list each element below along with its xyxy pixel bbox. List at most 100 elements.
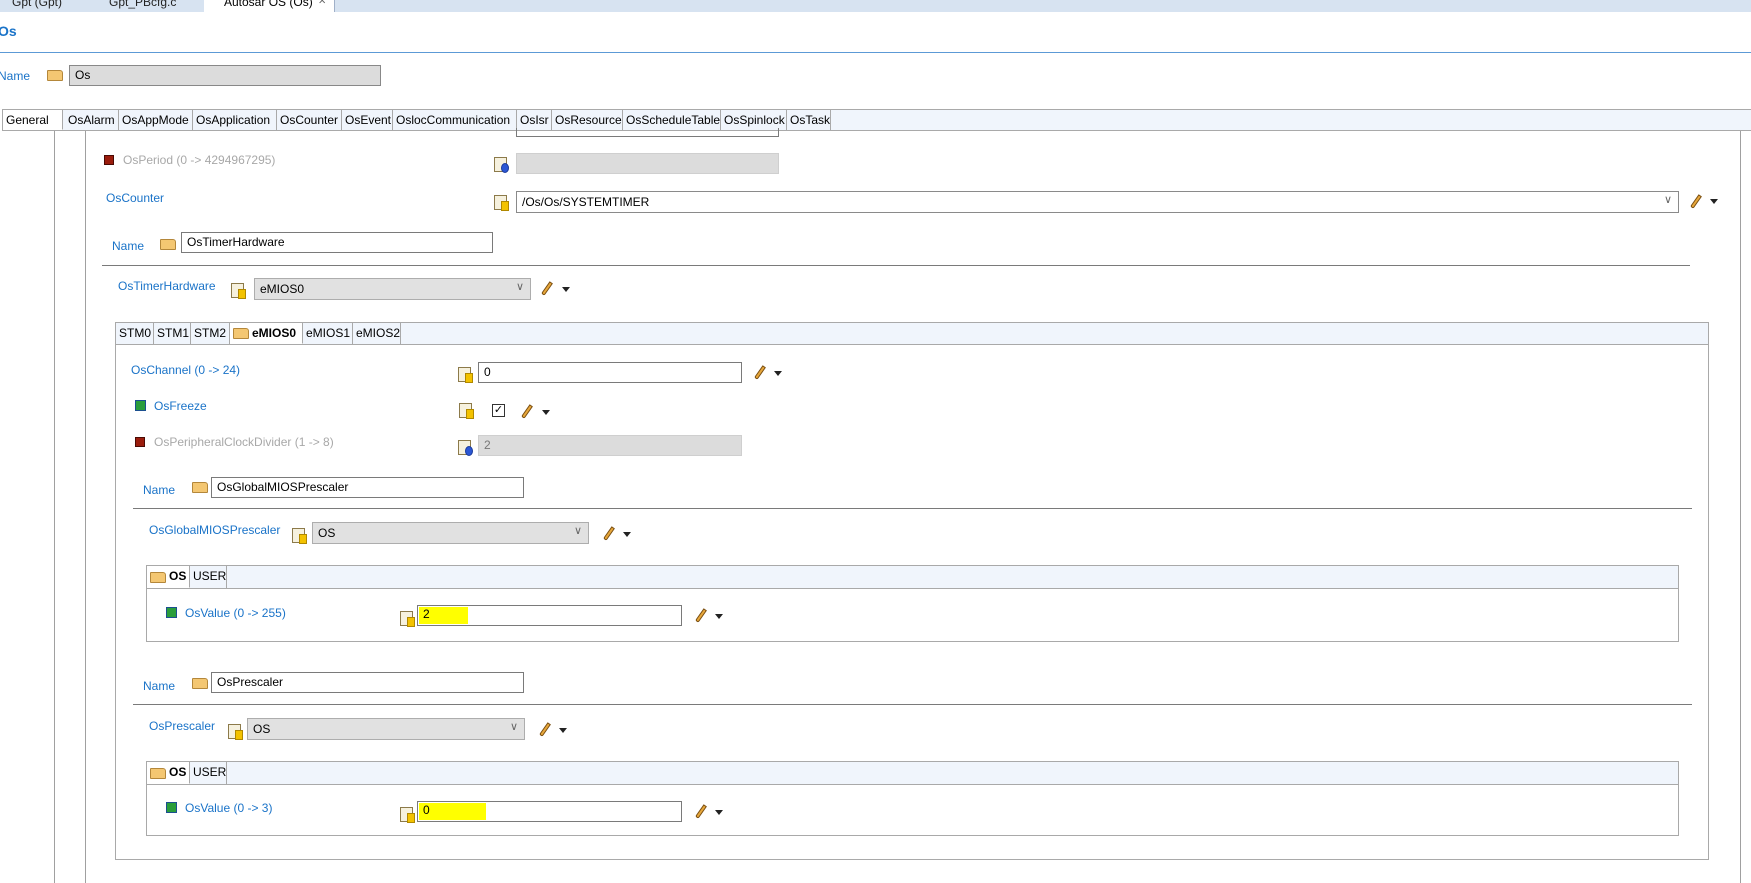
tab-oscommunication[interactable]: OslocCommunication [393,110,517,130]
tab-emios1[interactable]: eMIOS1 [303,323,353,344]
tab-osresource[interactable]: OsResource [552,110,623,130]
integer-param-icon [458,367,473,383]
prescaler-label[interactable]: OsPrescaler [149,719,215,733]
divider [133,508,1692,509]
pencil-icon[interactable] [541,281,553,296]
title-divider [0,52,1751,53]
tab-user[interactable]: USER [190,762,227,784]
integer-param-icon [400,611,415,627]
enabled-param-icon [166,802,177,813]
tab-stm0[interactable]: STM0 [116,323,154,344]
clock-divider-label: OsPeripheralClockDivider (1 -> 8) [154,435,334,449]
osfreeze-checkbox[interactable]: ✓ [492,404,505,417]
tab-osspinlock[interactable]: OsSpinlock [721,110,787,130]
global-prescaler-tabs: OS USER [146,565,1679,589]
tab-os[interactable]: OS [147,762,190,784]
tab-stm2[interactable]: STM2 [191,323,230,344]
tab-osevent[interactable]: OsEvent [342,110,393,130]
tab-emios2[interactable]: eMIOS2 [353,323,401,344]
scroll-edge [1740,131,1741,883]
close-icon[interactable]: ✕ [318,0,326,7]
tab-stm1[interactable]: STM1 [154,323,191,344]
global-prescaler-select[interactable]: OS ∨ [312,522,589,544]
prescaler-value: OS [253,722,271,736]
prescaler-select[interactable]: OS ∨ [247,718,525,740]
dropdown-arrow-icon[interactable] [774,371,782,376]
global-prescaler-label[interactable]: OsGlobalMIOSPrescaler [149,523,280,537]
tab-osscheduletable[interactable]: OsScheduleTable [623,110,721,130]
disabled-param-icon [104,155,114,165]
divider [133,704,1692,705]
dropdown-arrow-icon[interactable] [542,410,550,415]
main-tab-strip: General OsAlarm OsAppMode OsApplication … [2,109,1751,131]
folder-icon [47,70,63,81]
global-prescaler-name-input[interactable]: OsGlobalMIOSPrescaler [211,477,524,498]
editor-tab-gpt-pbcfg[interactable]: Gpt_PBcfg.c [95,0,205,12]
oschannel-label: OsChannel (0 -> 24) [131,363,241,377]
tab-osisr[interactable]: OsIsr [517,110,552,130]
dropdown-arrow-icon[interactable] [1710,199,1718,204]
prescaler-value-input[interactable]: 0 [417,801,682,822]
tab-os-label: OS [169,569,187,583]
enabled-param-icon [135,400,146,411]
global-prescaler-value: OS [318,526,336,540]
dropdown-arrow-icon[interactable] [562,287,570,292]
timer-hw-select[interactable]: eMIOS0 ∨ [254,278,531,300]
pencil-icon[interactable] [1690,194,1702,209]
name-label: Name [0,69,31,83]
oschannel-input[interactable]: 0 [478,362,742,383]
clock-divider-input: 2 [478,435,742,456]
folder-icon [150,572,166,583]
oscounter-select[interactable]: /Os/Os/SYSTEMTIMER ∨ [516,191,1679,213]
tab-os[interactable]: OS [147,566,190,588]
prescaler-name-input[interactable]: OsPrescaler [211,672,524,693]
folder-icon [192,678,208,689]
editor-tab-bar: Gpt (Gpt) Gpt_PBcfg.c Autosar OS (Os) ✕ [0,0,1751,12]
dropdown-arrow-icon[interactable] [559,728,567,733]
integer-param-icon [494,157,509,173]
tree-guide [85,131,86,883]
divider [102,265,1690,266]
tab-oscounter[interactable]: OsCounter [277,110,342,130]
highlight: 2 [419,607,468,624]
page-title: Os [0,23,17,39]
reference-param-icon [494,195,509,211]
enabled-param-icon [166,607,177,618]
boolean-param-icon [459,403,474,419]
dropdown-arrow-icon[interactable] [623,532,631,537]
tab-ostask[interactable]: OsTask [787,110,831,130]
tab-osapplication[interactable]: OsApplication [193,110,277,130]
dropdown-arrow-icon[interactable] [715,614,723,619]
choice-param-icon [228,724,243,740]
tab-emios0-label: eMIOS0 [252,326,297,340]
tab-user[interactable]: USER [190,566,227,588]
timer-hw-label[interactable]: OsTimerHardware [118,279,216,293]
dropdown-arrow-icon[interactable] [715,810,723,815]
tree-guide [54,131,55,883]
chevron-down-icon: ∨ [509,721,518,733]
tab-emios0[interactable]: eMIOS0 [230,323,303,344]
tab-osalarm[interactable]: OsAlarm [65,110,119,130]
global-value-input[interactable]: 2 [417,605,682,626]
timer-hw-value: eMIOS0 [260,282,305,296]
integer-param-icon [458,440,473,456]
editor-tab-gpt[interactable]: Gpt (Gpt) [0,0,92,12]
osperiod-input [516,153,779,174]
clipped-input [516,128,779,137]
oscounter-label[interactable]: OsCounter [106,191,164,205]
name-input[interactable]: Os [69,65,381,86]
folder-icon [192,482,208,493]
prescaler-value-label: OsValue (0 -> 3) [185,801,273,815]
osfreeze-label: OsFreeze [154,399,207,413]
highlight: 0 [419,803,486,820]
chevron-down-icon: ∨ [515,281,524,293]
chevron-down-icon: ∨ [1663,194,1672,206]
tab-osappmode[interactable]: OsAppMode [119,110,193,130]
timer-name-input[interactable]: OsTimerHardware [181,232,493,253]
hw-tab-strip: STM0 STM1 STM2 eMIOS0 eMIOS1 eMIOS2 [115,322,1709,345]
editor-tab-autosar-os[interactable]: Autosar OS (Os) [204,0,335,12]
global-prescaler-name-label: Name [143,483,176,497]
global-value-label: OsValue (0 -> 255) [185,606,286,620]
integer-param-icon [400,807,415,823]
tab-general[interactable]: General [3,110,63,130]
